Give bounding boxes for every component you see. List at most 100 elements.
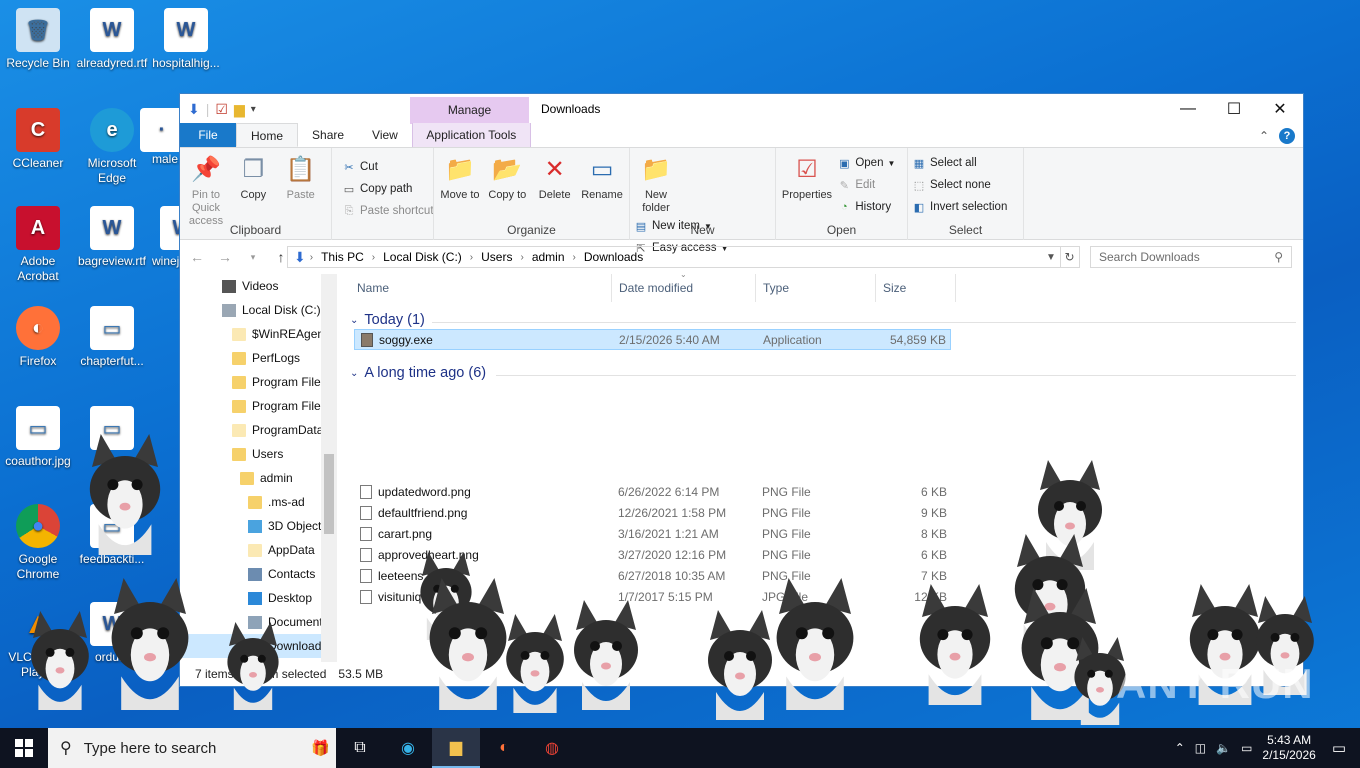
column-header-size[interactable]: Size	[876, 274, 956, 302]
nav-item-local-disk[interactable]: Local Disk (C:)	[180, 298, 337, 322]
tab-share[interactable]: Share	[298, 123, 358, 147]
desktop-icon-acrobat[interactable]: A Adobe Acrobat	[0, 206, 76, 284]
file-row[interactable]: carart.png 3/16/2021 1:21 AM PNG File 8 …	[354, 523, 951, 544]
breadcrumb-local-disk[interactable]: Local Disk (C:)	[379, 250, 466, 264]
tab-view[interactable]: View	[358, 123, 412, 147]
file-explorer-taskbar-icon[interactable]: ▆	[432, 728, 480, 768]
new-folder-icon[interactable]: ▆	[234, 101, 245, 118]
file-row[interactable]: visitunique.jpg 1/7/2017 5:15 PM JPG Fil…	[354, 586, 951, 607]
tab-home[interactable]: Home	[236, 123, 299, 147]
taskbar-search-box[interactable]: ⚲ Type here to search 🎁	[48, 728, 336, 768]
desktop-icon-file[interactable]: ▭ coauthor.jpg	[0, 406, 76, 469]
column-header-type[interactable]: Type	[756, 274, 876, 302]
down-arrow-icon[interactable]: ⬇	[188, 101, 200, 118]
desktop-icon-file[interactable]: ▭	[74, 406, 150, 454]
recent-locations-icon[interactable]: ▾	[244, 252, 262, 263]
nav-item-documents[interactable]: Documents	[180, 610, 337, 634]
desktop-icon-file[interactable]: W alreadyred.rtf	[74, 8, 150, 71]
nav-item-folder[interactable]: Users	[180, 442, 337, 466]
breadcrumb-users[interactable]: Users	[477, 250, 516, 264]
nav-pane-scrollbar[interactable]	[321, 274, 337, 662]
nav-item-contacts[interactable]: Contacts	[180, 562, 337, 586]
desktop-icon-file[interactable]: W hospitalhig...	[148, 8, 224, 71]
chevron-down-icon[interactable]: ▼	[1042, 252, 1060, 263]
desktop-icon-ccleaner[interactable]: C CCleaner	[0, 108, 76, 171]
nav-item-downloads[interactable]: Downloads	[180, 634, 337, 658]
maximize-button[interactable]: ☐	[1211, 94, 1257, 124]
edge-taskbar-icon[interactable]: ◉	[384, 728, 432, 768]
desktop-icon-recycle-bin[interactable]: 🗑 Recycle Bin	[0, 8, 76, 71]
nav-item-videos[interactable]: Videos	[180, 274, 337, 298]
edit-button[interactable]: ✎ Edit	[837, 176, 895, 194]
paste-button[interactable]: 📋 Paste	[279, 152, 323, 202]
select-all-button[interactable]: ▦ Select all	[912, 154, 1007, 172]
nav-item-desktop[interactable]: Desktop	[180, 586, 337, 610]
copy-button[interactable]: ❐ Copy	[231, 152, 275, 202]
copy-to-button[interactable]: 📂 Copy to	[485, 152, 529, 202]
notifications-icon[interactable]: ▭	[1332, 739, 1346, 757]
desktop-icon-edge[interactable]: e Microsoft Edge	[74, 108, 150, 186]
breadcrumb-this-pc[interactable]: This PC	[317, 250, 368, 264]
desktop-icon-vlc[interactable]: ▲ VLC Media Player	[0, 602, 76, 680]
desktop-icon-file[interactable]: ▭ chapterfut...	[74, 306, 150, 369]
nav-item-3d-objects[interactable]: 3D Objects	[180, 514, 337, 538]
meet-now-icon[interactable]: ◫	[1195, 741, 1206, 755]
breadcrumb-downloads[interactable]: Downloads	[580, 250, 647, 264]
close-button[interactable]: ✕	[1257, 94, 1303, 124]
refresh-icon[interactable]: ↻	[1060, 246, 1080, 268]
group-header-today[interactable]: ⌄ Today (1)	[350, 312, 425, 328]
open-button[interactable]: ▣ Open ▼	[837, 154, 895, 172]
forward-arrow-icon[interactable]: →	[216, 249, 234, 265]
address-bar[interactable]: ⬇ › This PC › Local Disk (C:) › Users › …	[287, 246, 1061, 268]
back-arrow-icon[interactable]: ←	[188, 249, 206, 265]
task-view-icon[interactable]: ⧉	[336, 728, 384, 768]
search-input[interactable]: Search Downloads ⚲	[1090, 246, 1292, 268]
desktop-icon-file[interactable]: W ordu...	[74, 602, 150, 665]
desktop-icon-file[interactable]: ▭ feedbackti...	[74, 504, 150, 567]
nav-item-folder[interactable]: Program Files	[180, 394, 337, 418]
delete-button[interactable]: ✕ Delete	[533, 152, 577, 202]
properties-check-icon[interactable]: ☑	[215, 101, 228, 118]
desktop-icon-file[interactable]: · male...	[140, 108, 180, 167]
network-icon[interactable]: ▭	[1241, 741, 1252, 755]
tab-file[interactable]: File	[180, 123, 236, 147]
new-folder-button[interactable]: 📁 New folder	[634, 152, 678, 215]
volume-icon[interactable]: 🔈	[1216, 741, 1231, 755]
file-row[interactable]: defaultfriend.png 12/26/2021 1:58 PM PNG…	[354, 502, 951, 523]
nav-item-folder[interactable]: ProgramData	[180, 418, 337, 442]
properties-button[interactable]: ☑ Properties	[780, 152, 834, 202]
file-row[interactable]: leeteens.png 6/27/2018 10:35 AM PNG File…	[354, 565, 951, 586]
collapse-ribbon-icon[interactable]: ⌃	[1259, 129, 1269, 143]
pin-quick-access-button[interactable]: 📌 Pin to Quick access	[184, 152, 228, 228]
file-row-soggy-exe[interactable]: soggy.exe 2/15/2026 5:40 AM Application …	[354, 329, 951, 350]
customize-toolbar-icon[interactable]: ▾	[251, 104, 256, 115]
chrome-taskbar-icon[interactable]: ◍	[528, 728, 576, 768]
file-row[interactable]: updatedword.png 6/26/2022 6:14 PM PNG Fi…	[354, 481, 951, 502]
nav-item-folder[interactable]: .ms-ad	[180, 490, 337, 514]
column-header-name[interactable]: Name	[350, 274, 612, 302]
chevron-up-icon[interactable]: ⌃	[1175, 741, 1185, 755]
desktop-icon-file[interactable]: W bagreview.rtf	[74, 206, 150, 269]
scrollbar-thumb[interactable]	[324, 454, 334, 534]
rename-button[interactable]: ▭ Rename	[580, 152, 624, 202]
nav-item-folder[interactable]: AppData	[180, 538, 337, 562]
desktop-icon-firefox[interactable]: ◐ Firefox	[0, 306, 76, 369]
tab-application-tools[interactable]: Application Tools	[411, 123, 531, 147]
nav-item-folder[interactable]: $WinREAgent	[180, 322, 337, 346]
breadcrumb-admin[interactable]: admin	[528, 250, 569, 264]
firefox-taskbar-icon[interactable]: ◐	[480, 728, 528, 768]
desktop-icon-chrome[interactable]: ● Google Chrome	[0, 504, 76, 582]
history-button[interactable]: ◔ History	[837, 198, 895, 216]
file-row[interactable]: approvedheart.png 3/27/2020 12:16 PM PNG…	[354, 544, 951, 565]
manage-contextual-tab[interactable]: Manage	[410, 97, 529, 124]
help-icon[interactable]: ?	[1279, 128, 1295, 144]
start-button[interactable]	[0, 728, 48, 768]
desktop-icon-file[interactable]: W winej...	[140, 206, 180, 269]
minimize-button[interactable]: —	[1165, 94, 1211, 124]
invert-selection-button[interactable]: ◧ Invert selection	[912, 198, 1008, 216]
clock[interactable]: 5:43 AM 2/15/2026	[1262, 733, 1315, 763]
nav-item-folder[interactable]: Program Files	[180, 370, 337, 394]
nav-item-folder[interactable]: admin	[180, 466, 337, 490]
group-header-long-ago[interactable]: ⌄ A long time ago (6)	[350, 365, 486, 381]
nav-item-folder[interactable]: PerfLogs	[180, 346, 337, 370]
